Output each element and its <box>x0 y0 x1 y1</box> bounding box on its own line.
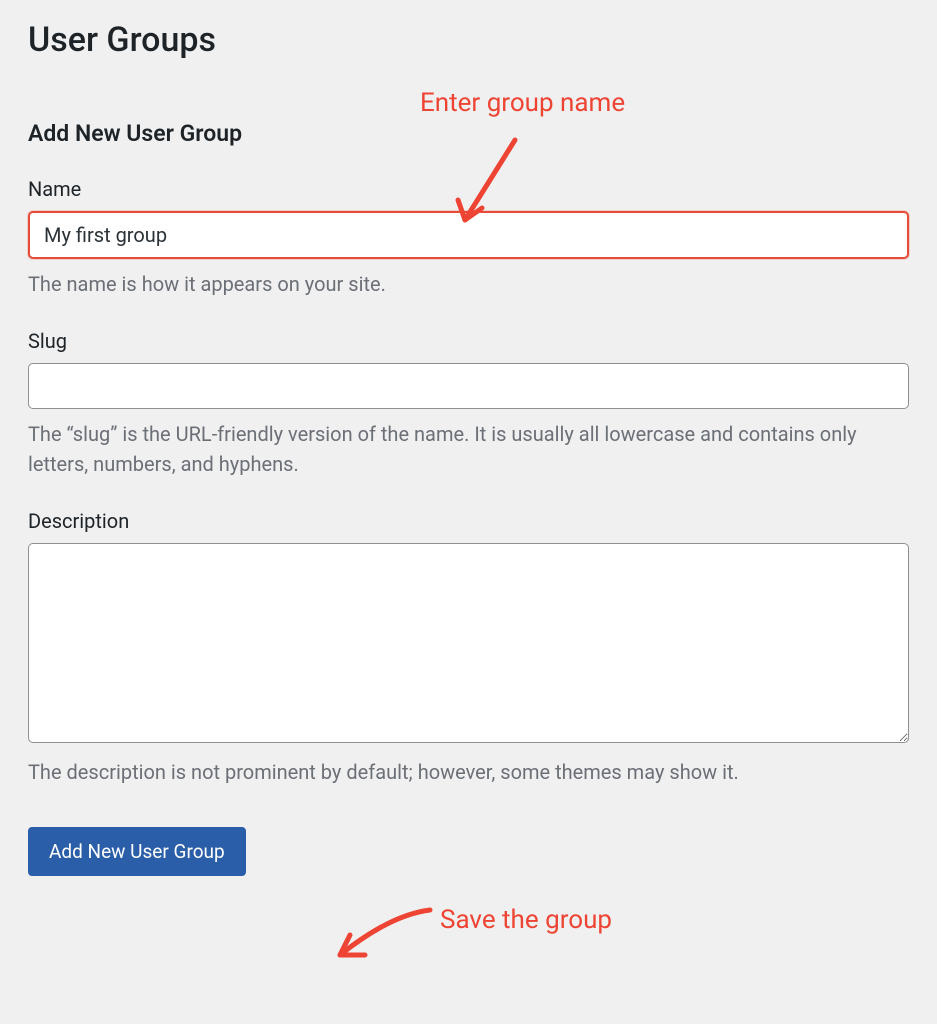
slug-help: The “slug” is the URL-friendly version o… <box>28 419 909 479</box>
field-description: Description The description is not promi… <box>28 509 909 787</box>
field-slug: Slug The “slug” is the URL-friendly vers… <box>28 329 909 479</box>
slug-input[interactable] <box>28 363 909 409</box>
arrow-left-icon <box>320 900 440 970</box>
form-heading: Add New User Group <box>28 120 909 147</box>
annotation-enter-name: Enter group name <box>420 88 625 118</box>
name-input[interactable] <box>28 211 909 259</box>
description-label: Description <box>28 509 909 533</box>
name-label: Name <box>28 177 909 201</box>
page-title: User Groups <box>28 20 909 60</box>
add-new-user-group-button[interactable]: Add New User Group <box>28 827 246 876</box>
annotation-save-group: Save the group <box>440 905 612 935</box>
description-help: The description is not prominent by defa… <box>28 757 909 787</box>
description-input[interactable] <box>28 543 909 743</box>
slug-label: Slug <box>28 329 909 353</box>
name-help: The name is how it appears on your site. <box>28 269 909 299</box>
field-name: Name The name is how it appears on your … <box>28 177 909 299</box>
